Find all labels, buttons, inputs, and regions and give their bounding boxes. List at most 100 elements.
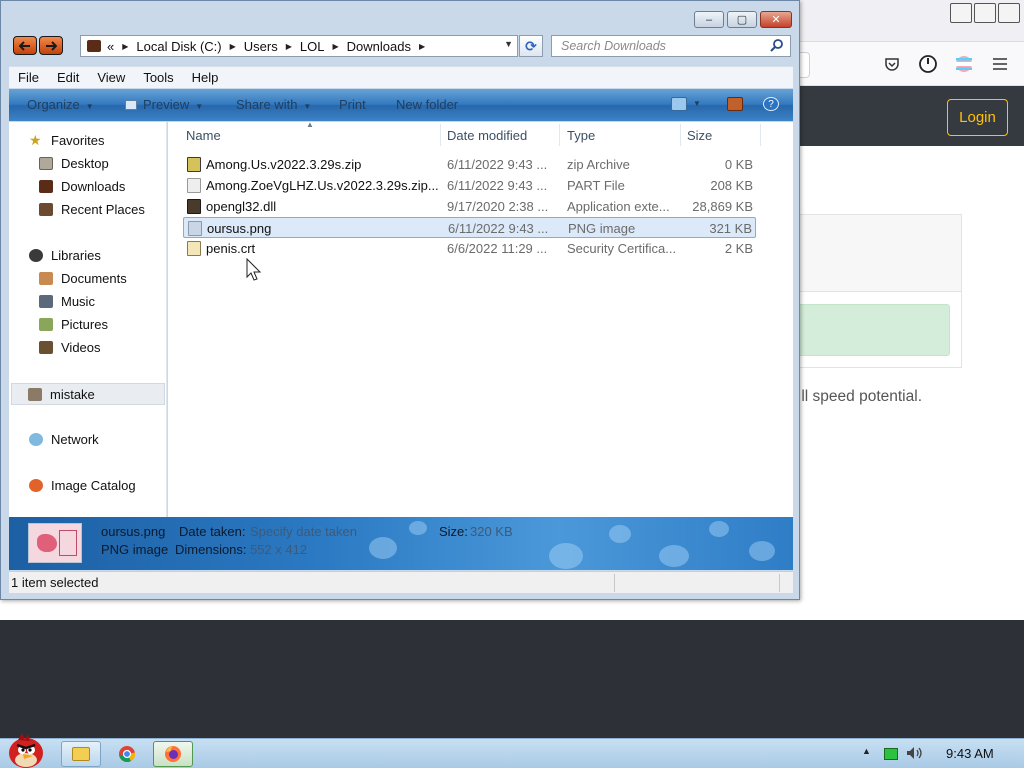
column-divider[interactable]: [559, 124, 560, 146]
breadcrumb-downloads[interactable]: Downloads ▶: [347, 39, 433, 54]
back-button[interactable]: [13, 36, 37, 55]
close-button[interactable]: ✕: [760, 11, 792, 28]
nav-desktop[interactable]: Desktop: [39, 156, 109, 171]
view-dropdown-icon[interactable]: ▼: [693, 99, 701, 113]
hamburger-menu-icon[interactable]: [988, 52, 1012, 76]
nav-network[interactable]: Network: [29, 432, 99, 447]
breadcrumb-overflow[interactable]: «▶: [107, 39, 136, 54]
column-header-size[interactable]: Size: [687, 128, 712, 143]
share-with-button[interactable]: Share with ▼: [236, 97, 311, 112]
file-row[interactable]: penis.crt 6/6/2022 11:29 ... Security Ce…: [183, 238, 756, 259]
image-thumbnail[interactable]: [28, 523, 82, 563]
breadcrumb-label: Users: [243, 38, 278, 54]
decor-bubble: [609, 525, 631, 543]
forward-button[interactable]: [39, 36, 63, 55]
extension-flag-icon[interactable]: [952, 52, 976, 76]
nav-label: Network: [51, 432, 99, 447]
browser-close-button[interactable]: [998, 3, 1020, 23]
nav-label: Favorites: [51, 133, 105, 148]
nav-documents[interactable]: Documents: [39, 271, 127, 286]
nav-downloads[interactable]: Downloads: [39, 179, 125, 194]
breadcrumb-separator-icon[interactable]: ▶: [122, 42, 128, 51]
search-icon[interactable]: [770, 38, 784, 55]
details-filename: oursus.png: [101, 524, 166, 539]
nav-pictures[interactable]: Pictures: [39, 317, 108, 332]
battery-icon[interactable]: [884, 748, 898, 760]
view-options-icon[interactable]: [671, 97, 687, 111]
breadcrumb-separator-icon[interactable]: ▶: [419, 42, 425, 51]
nav-mistake[interactable]: mistake: [11, 383, 165, 405]
maximize-button[interactable]: ▢: [727, 11, 757, 28]
explorer-window: – ▢ ✕ «▶ Local Disk (C:) ▶ Users ▶ LOL ▶ Do…: [0, 0, 800, 600]
browser-minimize-button[interactable]: [950, 3, 972, 23]
nav-label: mistake: [50, 386, 95, 402]
menu-edit[interactable]: Edit: [48, 70, 88, 85]
breadcrumb-label: Downloads: [346, 38, 411, 54]
volume-icon[interactable]: [906, 746, 924, 763]
nav-image-catalog[interactable]: Image Catalog: [29, 478, 136, 493]
breadcrumb-separator-icon[interactable]: ▶: [286, 42, 292, 51]
preview-button[interactable]: Preview ▼: [125, 97, 203, 112]
taskbar-chrome-button[interactable]: [107, 741, 147, 767]
date-taken-value[interactable]: Specify date taken: [250, 524, 357, 539]
menu-tools[interactable]: Tools: [134, 70, 182, 85]
details-pane: oursus.png PNG image Date taken: Specify…: [9, 517, 793, 570]
nav-favorites[interactable]: ★ Favorites: [29, 133, 104, 148]
menu-file[interactable]: File: [9, 70, 48, 85]
thumbnail-frame: [59, 530, 77, 556]
start-button[interactable]: [4, 731, 48, 768]
breadcrumb-users[interactable]: Users ▶: [244, 39, 300, 54]
taskbar-explorer-button[interactable]: [61, 741, 101, 767]
column-divider[interactable]: [440, 124, 441, 146]
login-button[interactable]: Login: [947, 99, 1008, 136]
preview-pane-icon[interactable]: [727, 97, 743, 111]
browser-maximize-button[interactable]: [974, 3, 996, 23]
address-bar[interactable]: «▶ Local Disk (C:) ▶ Users ▶ LOL ▶ Download…: [80, 35, 518, 57]
organize-button[interactable]: Organize ▼: [27, 97, 94, 112]
search-input[interactable]: Search Downloads: [551, 35, 791, 57]
file-row[interactable]: Among.Us.v2022.3.29s.zip 6/11/2022 9:43 …: [183, 154, 756, 175]
taskbar-firefox-button[interactable]: [153, 741, 193, 767]
file-date: 9/17/2020 2:38 ...: [447, 199, 549, 214]
nav-recent-places[interactable]: Recent Places: [39, 202, 145, 217]
nav-music[interactable]: Music: [39, 294, 95, 309]
address-dropdown-icon[interactable]: ▼: [504, 39, 513, 49]
file-type: PART File: [567, 178, 625, 193]
column-header-name[interactable]: Name: [186, 128, 221, 143]
column-divider[interactable]: [760, 124, 761, 146]
file-row[interactable]: opengl32.dll 9/17/2020 2:38 ... Applicat…: [183, 196, 756, 217]
menu-help[interactable]: Help: [183, 70, 228, 85]
file-row[interactable]: Among.ZoeVgLHZ.Us.v2022.3.29s.zip.... 6/…: [183, 175, 756, 196]
downloads-folder-icon: [39, 180, 53, 193]
status-divider: [614, 574, 615, 592]
back-arrow-icon: [19, 40, 30, 51]
nav-libraries[interactable]: Libraries: [29, 248, 101, 263]
column-header-type[interactable]: Type: [567, 128, 595, 143]
decor-bubble: [549, 543, 583, 569]
menu-view[interactable]: View: [88, 70, 134, 85]
pocket-icon[interactable]: [880, 52, 904, 76]
file-row-selected[interactable]: oursus.png 6/11/2022 9:43 ... PNG image …: [183, 217, 756, 238]
breadcrumb-lol[interactable]: LOL ▶: [300, 39, 347, 54]
forward-arrow-icon: [46, 40, 57, 51]
print-button[interactable]: Print: [339, 97, 366, 112]
breadcrumb-separator-icon[interactable]: ▶: [230, 42, 236, 51]
breadcrumb-separator-icon[interactable]: ▶: [332, 42, 338, 51]
breadcrumb-local-disk[interactable]: Local Disk (C:) ▶: [136, 39, 243, 54]
decor-bubble: [659, 545, 689, 567]
breadcrumb-label: Local Disk (C:): [136, 38, 222, 54]
show-hidden-icons-icon[interactable]: ▲: [862, 746, 871, 756]
file-date: 6/11/2022 9:43 ...: [447, 178, 548, 193]
chrome-icon: [119, 746, 136, 763]
timer-icon[interactable]: [916, 52, 940, 76]
refresh-button[interactable]: ⟳: [519, 35, 543, 57]
new-folder-button[interactable]: New folder: [396, 97, 458, 112]
minimize-button[interactable]: –: [694, 11, 724, 28]
file-size: 0 KB: [724, 157, 753, 172]
nav-videos[interactable]: Videos: [39, 340, 101, 355]
file-size: 208 KB: [710, 178, 753, 193]
taskbar-clock[interactable]: 9:43 AM: [946, 746, 994, 761]
column-header-date[interactable]: Date modified: [447, 128, 527, 143]
help-icon[interactable]: ?: [763, 97, 779, 111]
column-divider[interactable]: [680, 124, 681, 146]
